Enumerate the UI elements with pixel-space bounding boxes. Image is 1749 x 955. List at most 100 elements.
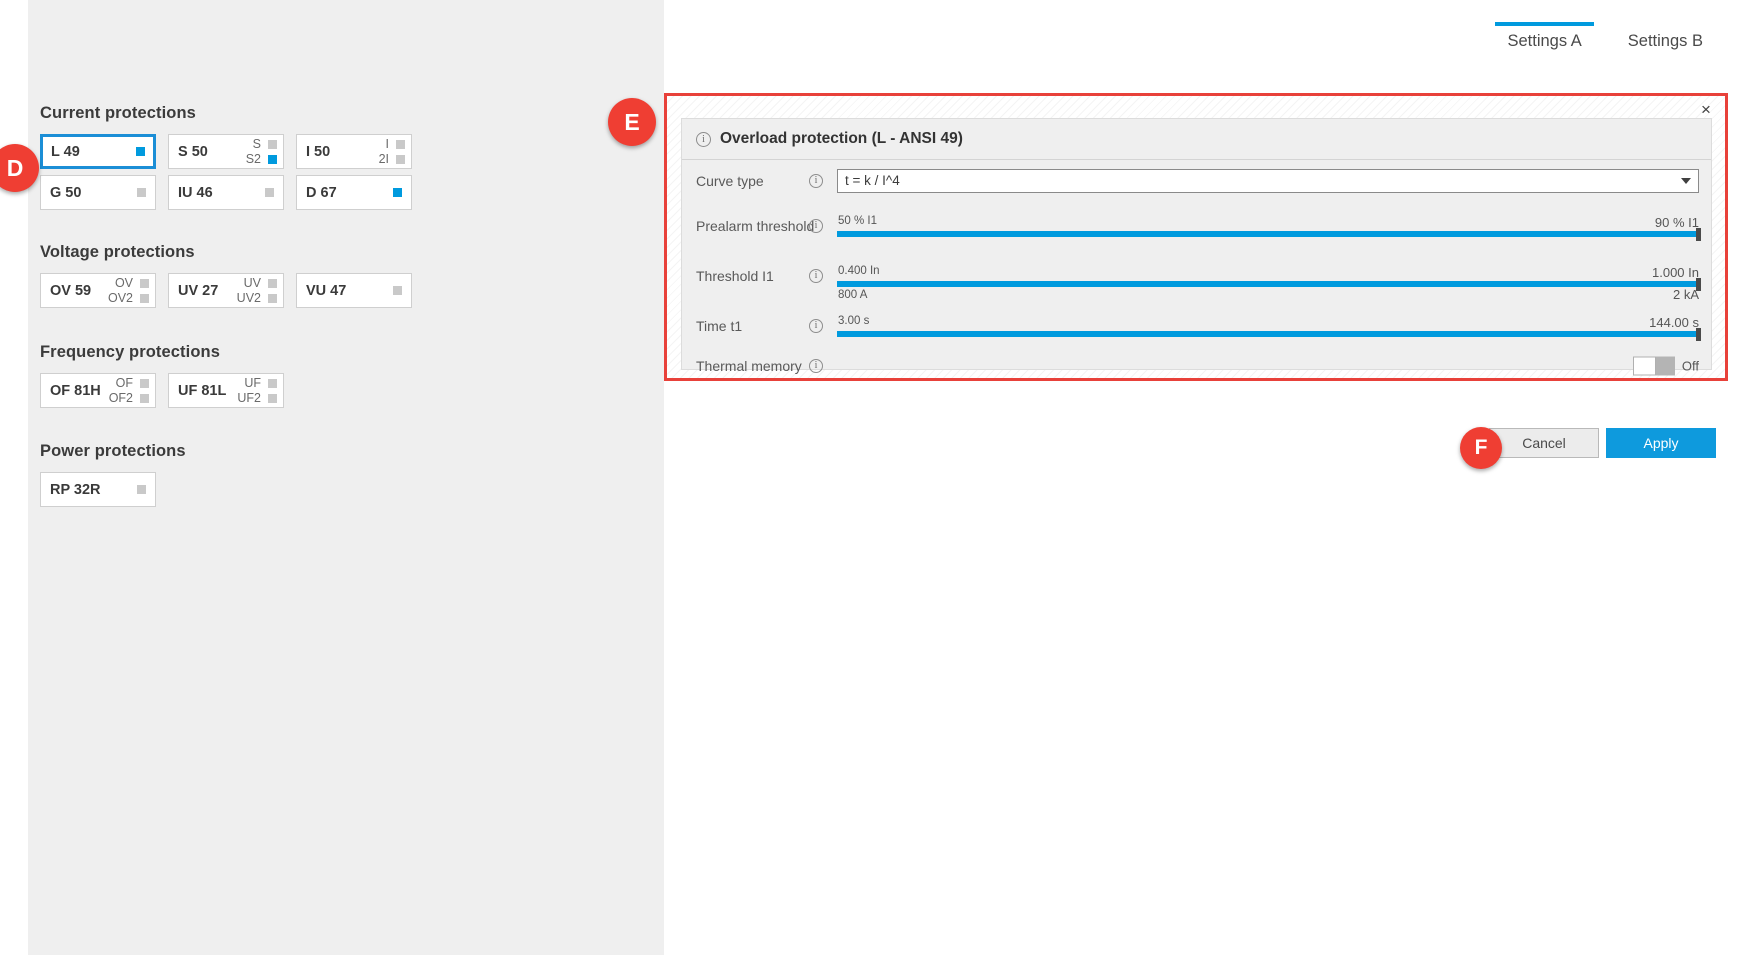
sub-label: 2I [378,152,389,166]
protection-card-l49[interactable]: L 49 [40,134,156,169]
info-icon[interactable]: i [809,319,823,333]
chevron-down-icon [1681,177,1691,184]
protection-card-uf81l[interactable]: UF 81L UF UF2 [168,373,284,408]
info-icon[interactable]: i [809,359,823,373]
info-icon[interactable]: i [696,131,711,147]
settings-panel: i Overload protection (L - ANSI 49) Curv… [681,118,1712,376]
protection-code: G 50 [50,184,82,201]
slider-track[interactable] [837,228,1701,241]
sub-indicators: OF OF2 [109,374,149,407]
sub-label: S [252,137,261,151]
protection-card-of81h[interactable]: OF 81H OF OF2 [40,373,156,408]
info-icon[interactable]: i [809,269,823,283]
protection-code: L 49 [51,143,80,160]
slider-max-label: 90 % I1 [1654,215,1699,230]
threshold-control: 0.400 In 1.000 In 800 A 2 kA [837,265,1701,302]
curve-type-value: t = k / I^4 [845,173,900,188]
slider-labels: 3.00 s 144.00 s [837,315,1699,330]
thermal-memory-toggle[interactable] [1632,356,1675,376]
protection-card-g50[interactable]: G 50 [40,175,156,210]
status-led [136,147,145,156]
cancel-button[interactable]: Cancel [1489,428,1599,458]
curve-type-select[interactable]: t = k / I^4 [837,168,1699,193]
sub-row: I [386,137,405,151]
protection-card-vu47[interactable]: VU 47 [296,273,412,308]
protection-card-iu46[interactable]: IU 46 [168,175,284,210]
sub-label: UF2 [237,391,261,405]
protection-code: I 50 [306,143,331,160]
curve-type-control: t = k / I^4 [837,168,1699,193]
sub-label: OV2 [107,291,133,305]
threshold-slider[interactable]: 0.400 In 1.000 In 800 A 2 kA [837,265,1701,302]
sub-label: UF [244,376,261,390]
dialog-actions: Cancel Apply [1489,428,1716,458]
slider-max-sub-label: 2 kA [1672,287,1699,302]
apply-button[interactable]: Apply [1606,428,1716,458]
slider-labels: 0.400 In 1.000 In [837,265,1699,280]
status-led [268,139,277,149]
slider-max-label: 1.000 In [1652,265,1699,280]
sub-label: I [385,137,389,151]
time-control: 3.00 s 144.00 s [837,315,1701,341]
panel-header: i Overload protection (L - ANSI 49) [682,119,1711,160]
slider-fill [837,331,1699,337]
tab-active-indicator [1495,22,1594,26]
overload-settings-dialog: × i Overload protection (L - ANSI 49) Cu… [664,93,1728,381]
info-icon[interactable]: i [809,219,823,233]
slider-min-label: 3.00 s [838,315,870,327]
tab-settings-a[interactable]: Settings A [1484,22,1604,57]
protection-card-uv27[interactable]: UV 27 UV UV2 [168,273,284,308]
sub-label: S2 [245,152,261,166]
protection-card-s50[interactable]: S 50 S S2 [168,134,284,169]
prealarm-control: 50 % I1 90 % I1 [837,215,1701,241]
sub-row: UF [244,376,277,390]
section-title-current: Current protections [40,104,196,122]
row-prealarm-threshold: Prealarm threshold i 50 % I1 90 % I1 [682,201,1711,251]
close-icon[interactable]: × [1695,98,1717,120]
sub-row: UV [244,276,277,290]
protection-card-ov59[interactable]: OV 59 OV OV2 [40,273,156,308]
slider-handle[interactable] [1696,328,1701,341]
callout-badge-e: E [608,98,656,146]
status-led [268,378,277,388]
status-led [268,278,277,288]
sub-row: UV2 [237,291,277,305]
app-root: Current protections L 49 S 50 S S2 I 50 [0,0,1749,955]
tab-settings-b[interactable]: Settings B [1605,22,1726,57]
slider-track[interactable] [837,328,1701,341]
protection-card-rp32r[interactable]: RP 32R [40,472,156,507]
sub-indicators: UV UV2 [237,274,277,307]
panel-title: Overload protection (L - ANSI 49) [720,130,963,147]
slider-min-label: 0.400 In [838,265,880,277]
protection-card-i50[interactable]: I 50 I 2I [296,134,412,169]
sub-row: OV2 [108,291,149,305]
protection-code: RP 32R [50,481,101,498]
slider-handle[interactable] [1696,228,1701,241]
status-led [137,188,146,197]
thermal-memory-control: Off [1632,356,1699,376]
status-led [140,393,149,403]
protection-code: OF 81H [50,382,101,399]
tab-label: Settings B [1627,32,1703,50]
slider-track[interactable] [837,278,1701,291]
status-led [396,139,405,149]
sub-row: S2 [246,152,277,166]
sub-label: OF2 [108,391,133,405]
sub-label: UV [243,276,261,290]
field-label: Thermal memory [696,358,802,374]
status-led [268,393,277,403]
slider-min-label: 50 % I1 [838,215,877,227]
info-icon[interactable]: i [809,173,823,188]
protection-code: OV 59 [50,282,92,299]
sub-row: S [253,137,277,151]
sub-label: OV [114,276,133,290]
time-slider[interactable]: 3.00 s 144.00 s [837,315,1701,341]
sub-row: OV [115,276,149,290]
protection-code: VU 47 [306,282,347,299]
status-led [268,293,277,303]
sub-label: OF [115,376,133,390]
toggle-knob [1632,356,1656,376]
protection-card-d67[interactable]: D 67 [296,175,412,210]
prealarm-slider[interactable]: 50 % I1 90 % I1 [837,215,1701,241]
field-label: Time t1 [696,318,743,334]
